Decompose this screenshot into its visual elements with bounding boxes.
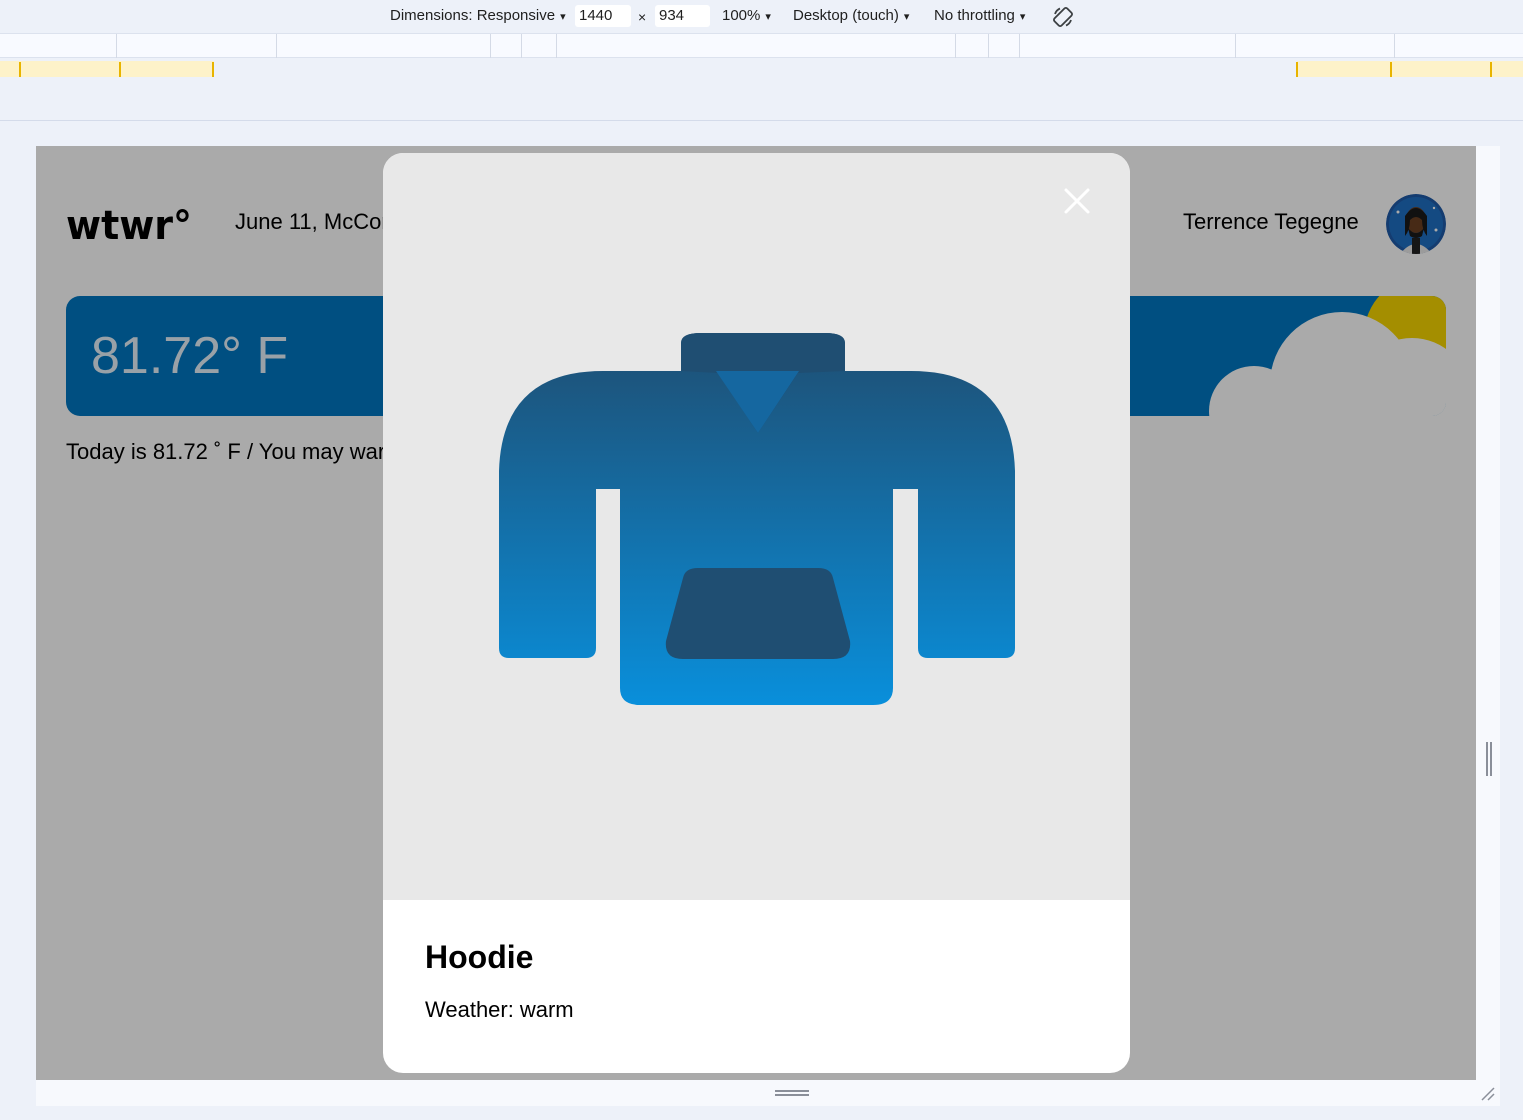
emulated-viewport: wtwr° June 11, McCor es Terrence Tegegne…: [36, 146, 1476, 1080]
right-grip: [1490, 742, 1492, 776]
weather-value: warm: [519, 997, 574, 1022]
rotate-icon[interactable]: [1051, 5, 1075, 29]
item-preview-modal: Hoodie Weather: warm: [383, 153, 1130, 1073]
media-query-bar-ranges: [0, 33, 1523, 58]
width-input[interactable]: 1440: [575, 5, 631, 27]
right-grip: [1486, 742, 1488, 776]
height-input[interactable]: 934: [655, 5, 710, 27]
hoodie-image: [499, 333, 1015, 705]
times-separator: ×: [638, 9, 647, 25]
weather-label: Weather:: [425, 997, 514, 1022]
bottom-grip: [775, 1094, 809, 1096]
chevron-down-icon: ▾: [560, 11, 566, 23]
device-dropdown[interactable]: Desktop (touch) ▾: [793, 7, 909, 24]
item-name: Hoodie: [425, 939, 534, 975]
chevron-down-icon: ▾: [1019, 11, 1026, 23]
chevron-down-icon: ▾: [903, 11, 910, 23]
close-icon[interactable]: [1062, 186, 1092, 216]
zoom-dropdown[interactable]: 100% ▾: [722, 7, 771, 24]
item-image-area: [383, 153, 1130, 900]
item-weather: Weather: warm: [425, 997, 580, 1023]
media-query-bar-max-width[interactable]: [0, 61, 1523, 77]
throttling-dropdown[interactable]: No throttling ▾: [934, 7, 1025, 24]
ruler-divider: [0, 120, 1523, 121]
devtools-device-toolbar: Dimensions: Responsive ▾ 1440 × 934 100% ▾…: [0, 0, 1523, 33]
throttling-label: No throttling: [934, 7, 1015, 24]
corner-resize-icon[interactable]: [1480, 1086, 1496, 1102]
bottom-grip: [775, 1090, 809, 1092]
device-label: Desktop (touch): [793, 7, 899, 24]
viewport-bottom-resize-handle[interactable]: [36, 1080, 1500, 1106]
viewport-right-resize-handle[interactable]: [1476, 146, 1500, 1080]
dimensions-label: Dimensions: Responsive: [390, 7, 556, 24]
zoom-label: 100%: [722, 7, 761, 24]
dimensions-dropdown[interactable]: Dimensions: Responsive ▾: [390, 7, 566, 24]
chevron-down-icon: ▾: [765, 11, 771, 23]
